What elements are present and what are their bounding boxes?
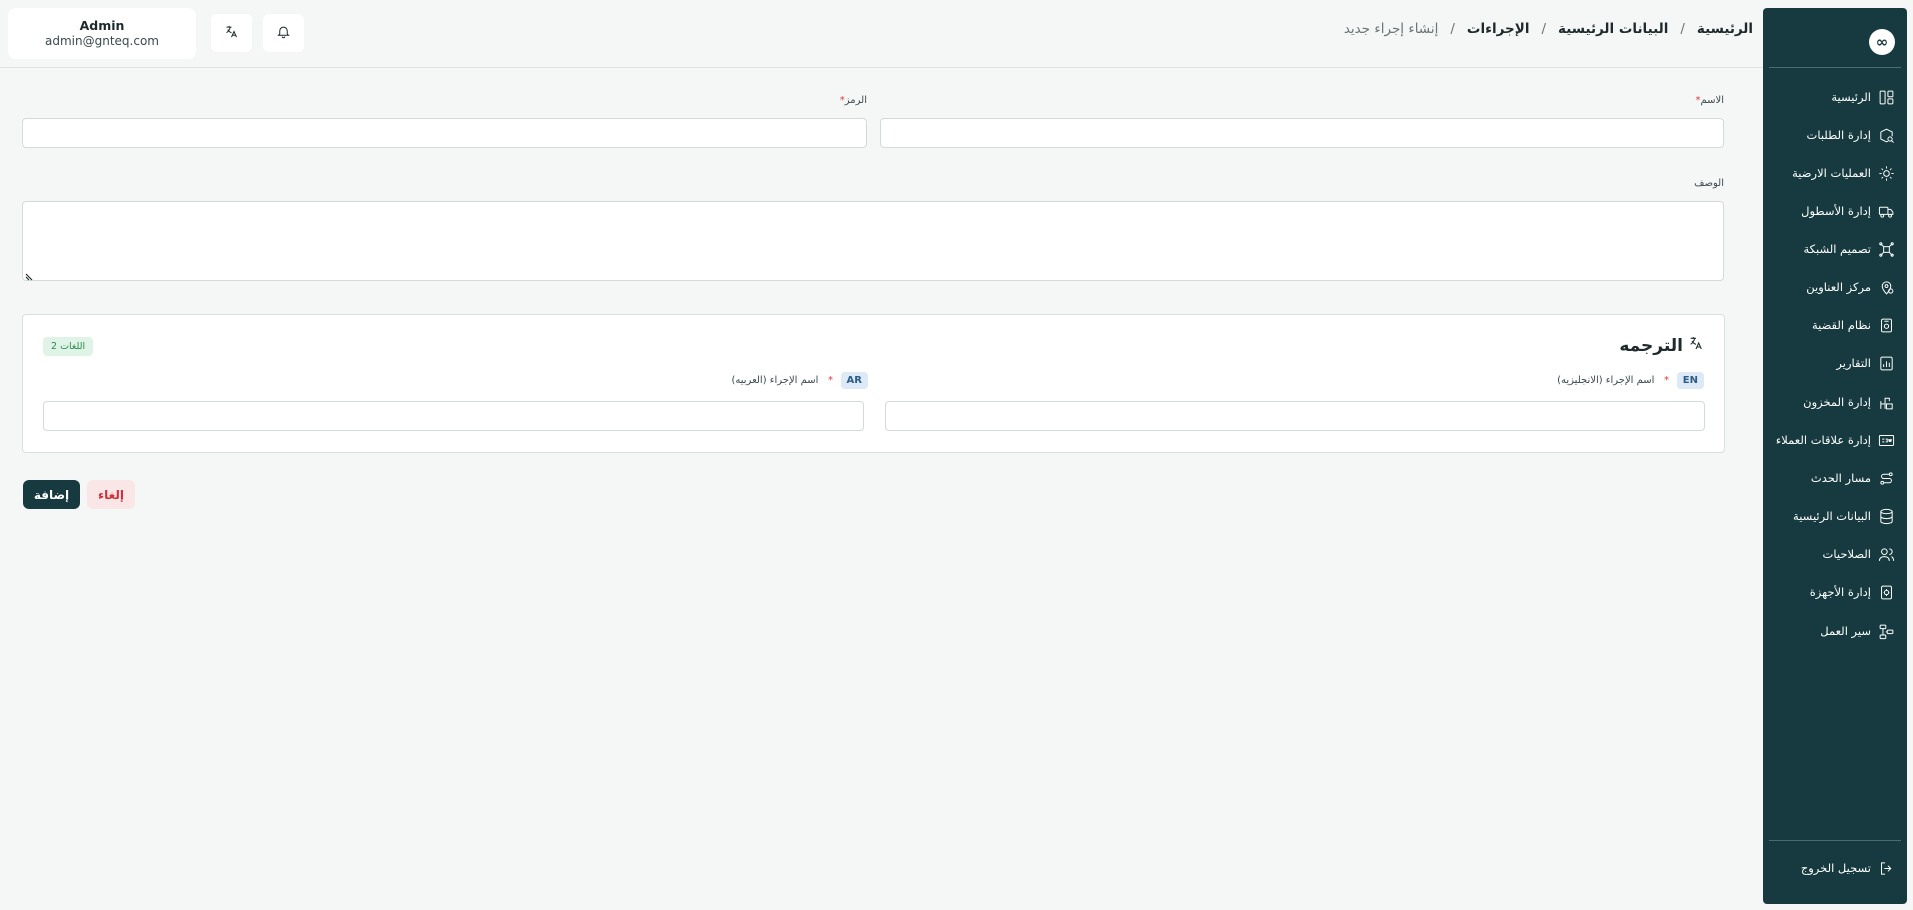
sidebar-item-event-path[interactable]: مسار الحدث bbox=[1763, 463, 1907, 493]
map-pin-icon bbox=[1878, 279, 1895, 296]
user-email: admin@gnteq.com bbox=[45, 34, 159, 48]
sidebar-item-address-center[interactable]: مركز العناوين bbox=[1763, 272, 1907, 302]
sun-radar-icon bbox=[1878, 165, 1895, 182]
ar-badge: AR bbox=[840, 372, 868, 389]
translation-card: الترجمه 2 اللغات EN اسم الإجراء (الانجلي… bbox=[22, 314, 1725, 453]
sidebar-item-fleet[interactable]: إدارة الأسطول bbox=[1763, 196, 1907, 226]
sidebar-item-workflow[interactable]: سير العمل bbox=[1763, 616, 1907, 646]
add-button[interactable]: إضافة bbox=[23, 480, 80, 509]
truck-icon bbox=[1878, 203, 1895, 220]
translation-title: الترجمه bbox=[1619, 335, 1704, 356]
sidebar-item-label: مركز العناوين bbox=[1806, 280, 1871, 294]
sidebar-item-reports[interactable]: التقارير bbox=[1763, 348, 1907, 378]
sidebar-item-label: إدارة الأجهزة bbox=[1809, 585, 1871, 599]
breadcrumb-separator: / bbox=[1680, 21, 1685, 37]
sidebar-item-label: إدارة علاقات العملاء bbox=[1775, 433, 1871, 447]
sidebar-item-label: الصلاحيات bbox=[1822, 547, 1871, 561]
breadcrumb-separator: / bbox=[1541, 21, 1547, 37]
logout-label: تسجيل الخروج bbox=[1800, 861, 1871, 875]
en-name-label-text: اسم الإجراء (الانجليزيه) bbox=[1557, 375, 1655, 386]
translation-title-text: الترجمه bbox=[1619, 335, 1683, 356]
code-label-text: الرمز bbox=[844, 95, 867, 106]
language-button[interactable] bbox=[211, 14, 252, 52]
crm-icon bbox=[1878, 432, 1895, 449]
description-textarea[interactable] bbox=[22, 201, 1724, 281]
sidebar-divider bbox=[1769, 840, 1901, 841]
sidebar-item-crm[interactable]: إدارة علاقات العملاء bbox=[1763, 425, 1907, 455]
en-name-label: اسم الإجراء (الانجليزيه) * bbox=[1557, 375, 1669, 386]
sidebar-item-orders[interactable]: إدارة الطلبات bbox=[1763, 120, 1907, 150]
logout-button[interactable]: تسجيل الخروج bbox=[1763, 853, 1907, 883]
sidebar: ∞ الرئيسية إدارة الطلبات العمليات الارضي… bbox=[1763, 8, 1907, 904]
name-label-text: الاسم bbox=[1700, 95, 1724, 106]
breadcrumb-procedures[interactable]: الإجراءات bbox=[1467, 21, 1530, 37]
layout-dashboard-icon bbox=[1878, 89, 1895, 106]
description-label: الوصف bbox=[1694, 178, 1724, 189]
bell-icon bbox=[276, 24, 291, 43]
required-mark: * bbox=[1664, 375, 1669, 386]
logout-icon bbox=[1878, 860, 1895, 877]
sidebar-item-label: العمليات الارضية bbox=[1792, 166, 1871, 180]
sidebar-divider bbox=[1769, 67, 1901, 68]
sidebar-item-label: إدارة الأسطول bbox=[1801, 204, 1871, 218]
breadcrumb-master-data[interactable]: البيانات الرئيسية bbox=[1558, 21, 1668, 37]
sidebar-item-label: مسار الحدث bbox=[1810, 471, 1871, 485]
workflow-icon bbox=[1878, 623, 1895, 640]
header-divider bbox=[0, 67, 1767, 68]
sidebar-item-label: نظام القضية bbox=[1811, 318, 1871, 332]
required-mark: * bbox=[828, 375, 833, 386]
breadcrumb: الرئيسية / البيانات الرئيسية / الإجراءات… bbox=[1344, 21, 1753, 37]
ar-name-label-text: اسم الإجراء (العربيه) bbox=[731, 375, 819, 386]
route-icon bbox=[1878, 470, 1895, 487]
sidebar-item-devices[interactable]: إدارة الأجهزة bbox=[1763, 577, 1907, 607]
name-input[interactable] bbox=[880, 118, 1724, 148]
sidebar-item-master-data[interactable]: البيانات الرئيسية bbox=[1763, 501, 1907, 531]
en-name-input[interactable] bbox=[885, 401, 1705, 431]
user-name: Admin bbox=[79, 18, 125, 33]
translate-icon bbox=[1688, 335, 1704, 356]
en-badge: EN bbox=[1676, 372, 1704, 389]
network-grid-icon bbox=[1878, 241, 1895, 258]
sidebar-item-label: الرئيسية bbox=[1831, 90, 1871, 104]
package-search-icon bbox=[1878, 127, 1895, 144]
report-chart-icon bbox=[1878, 355, 1895, 372]
warehouse-icon bbox=[1878, 394, 1895, 411]
notifications-button[interactable] bbox=[263, 14, 304, 52]
sidebar-item-case-system[interactable]: نظام القضية bbox=[1763, 310, 1907, 340]
cancel-button[interactable]: إلغاء bbox=[87, 480, 135, 509]
sidebar-item-inventory[interactable]: إدارة المخزون bbox=[1763, 387, 1907, 417]
case-file-icon bbox=[1878, 317, 1895, 334]
breadcrumb-current: إنشاء إجراء جديد bbox=[1343, 21, 1439, 37]
ar-name-label: اسم الإجراء (العربيه) * bbox=[731, 375, 833, 386]
app-logo[interactable]: ∞ bbox=[1869, 29, 1895, 55]
sidebar-item-ground-operations[interactable]: العمليات الارضية bbox=[1763, 158, 1907, 188]
sidebar-item-home[interactable]: الرئيسية bbox=[1763, 82, 1907, 112]
sidebar-item-permissions[interactable]: الصلاحيات bbox=[1763, 539, 1907, 569]
breadcrumb-home[interactable]: الرئيسية bbox=[1697, 21, 1753, 37]
translate-icon bbox=[224, 24, 239, 43]
sidebar-item-label: تصميم الشبكة bbox=[1803, 242, 1871, 256]
sidebar-item-label: سير العمل bbox=[1820, 624, 1871, 638]
languages-count-badge: 2 اللغات bbox=[43, 337, 94, 356]
breadcrumb-separator: / bbox=[1450, 21, 1455, 37]
sidebar-item-label: التقارير bbox=[1836, 356, 1871, 370]
code-label: *الرمز bbox=[840, 95, 867, 106]
sidebar-item-network-design[interactable]: تصميم الشبكة bbox=[1763, 234, 1907, 264]
device-settings-icon bbox=[1878, 584, 1895, 601]
code-input[interactable] bbox=[22, 118, 867, 148]
resize-handle-icon[interactable] bbox=[25, 266, 35, 281]
sidebar-item-label: البيانات الرئيسية bbox=[1793, 509, 1871, 523]
user-profile-card[interactable]: Admin admin@gnteq.com bbox=[8, 8, 196, 59]
users-icon bbox=[1878, 546, 1895, 563]
database-icon bbox=[1878, 508, 1895, 525]
name-label: *الاسم bbox=[1695, 95, 1724, 106]
sidebar-item-label: إدارة الطلبات bbox=[1806, 128, 1872, 142]
ar-name-input[interactable] bbox=[43, 401, 864, 431]
sidebar-item-label: إدارة المخزون bbox=[1803, 395, 1871, 409]
